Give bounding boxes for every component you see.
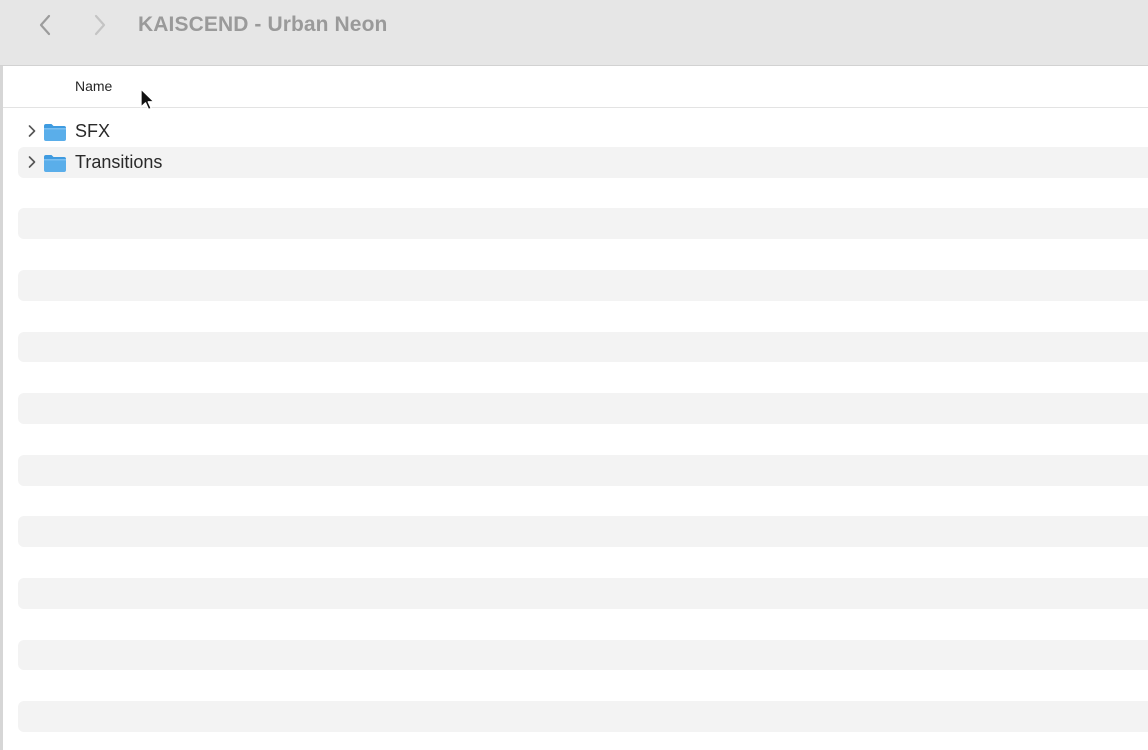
list-item-label: SFX	[75, 121, 111, 141]
mouse-cursor-icon	[140, 88, 155, 111]
list-item[interactable]: Transitions	[18, 146, 1148, 178]
empty-row	[18, 577, 1148, 609]
empty-row	[18, 178, 1148, 209]
empty-row	[18, 547, 1148, 578]
chevron-right-icon[interactable]	[26, 124, 38, 138]
empty-row	[18, 454, 1148, 486]
chevron-right-icon	[94, 14, 106, 36]
empty-row	[18, 208, 1148, 240]
window-edge	[0, 0, 3, 750]
column-header-row: Name	[3, 66, 1148, 108]
empty-row	[18, 486, 1148, 517]
forward-button[interactable]	[85, 10, 115, 40]
file-list: SFX Transitions	[18, 116, 1148, 750]
toolbar: KAISCEND - Urban Neon	[0, 0, 1148, 66]
empty-row	[18, 331, 1148, 363]
chevron-left-icon	[39, 14, 51, 36]
empty-row	[18, 670, 1148, 701]
back-button[interactable]	[30, 10, 60, 40]
chevron-right-icon[interactable]	[26, 155, 38, 169]
name-column-header[interactable]: Name	[75, 78, 112, 94]
empty-row	[18, 269, 1148, 301]
empty-row	[18, 393, 1148, 424]
list-item[interactable]: SFX	[18, 116, 1148, 147]
empty-row	[18, 639, 1148, 671]
empty-row	[18, 362, 1148, 393]
list-item-label: Transitions	[75, 151, 163, 172]
folder-icon	[44, 124, 66, 141]
empty-row	[18, 239, 1148, 270]
empty-row	[18, 701, 1148, 732]
empty-row	[18, 301, 1148, 332]
empty-row	[18, 732, 1148, 750]
folder-icon	[44, 154, 66, 172]
empty-row	[18, 516, 1148, 548]
finder-window: KAISCEND - Urban Neon Name SFX Transitio…	[0, 0, 1148, 750]
window-title: KAISCEND - Urban Neon	[138, 13, 388, 36]
empty-row	[18, 424, 1148, 455]
empty-row	[18, 609, 1148, 640]
